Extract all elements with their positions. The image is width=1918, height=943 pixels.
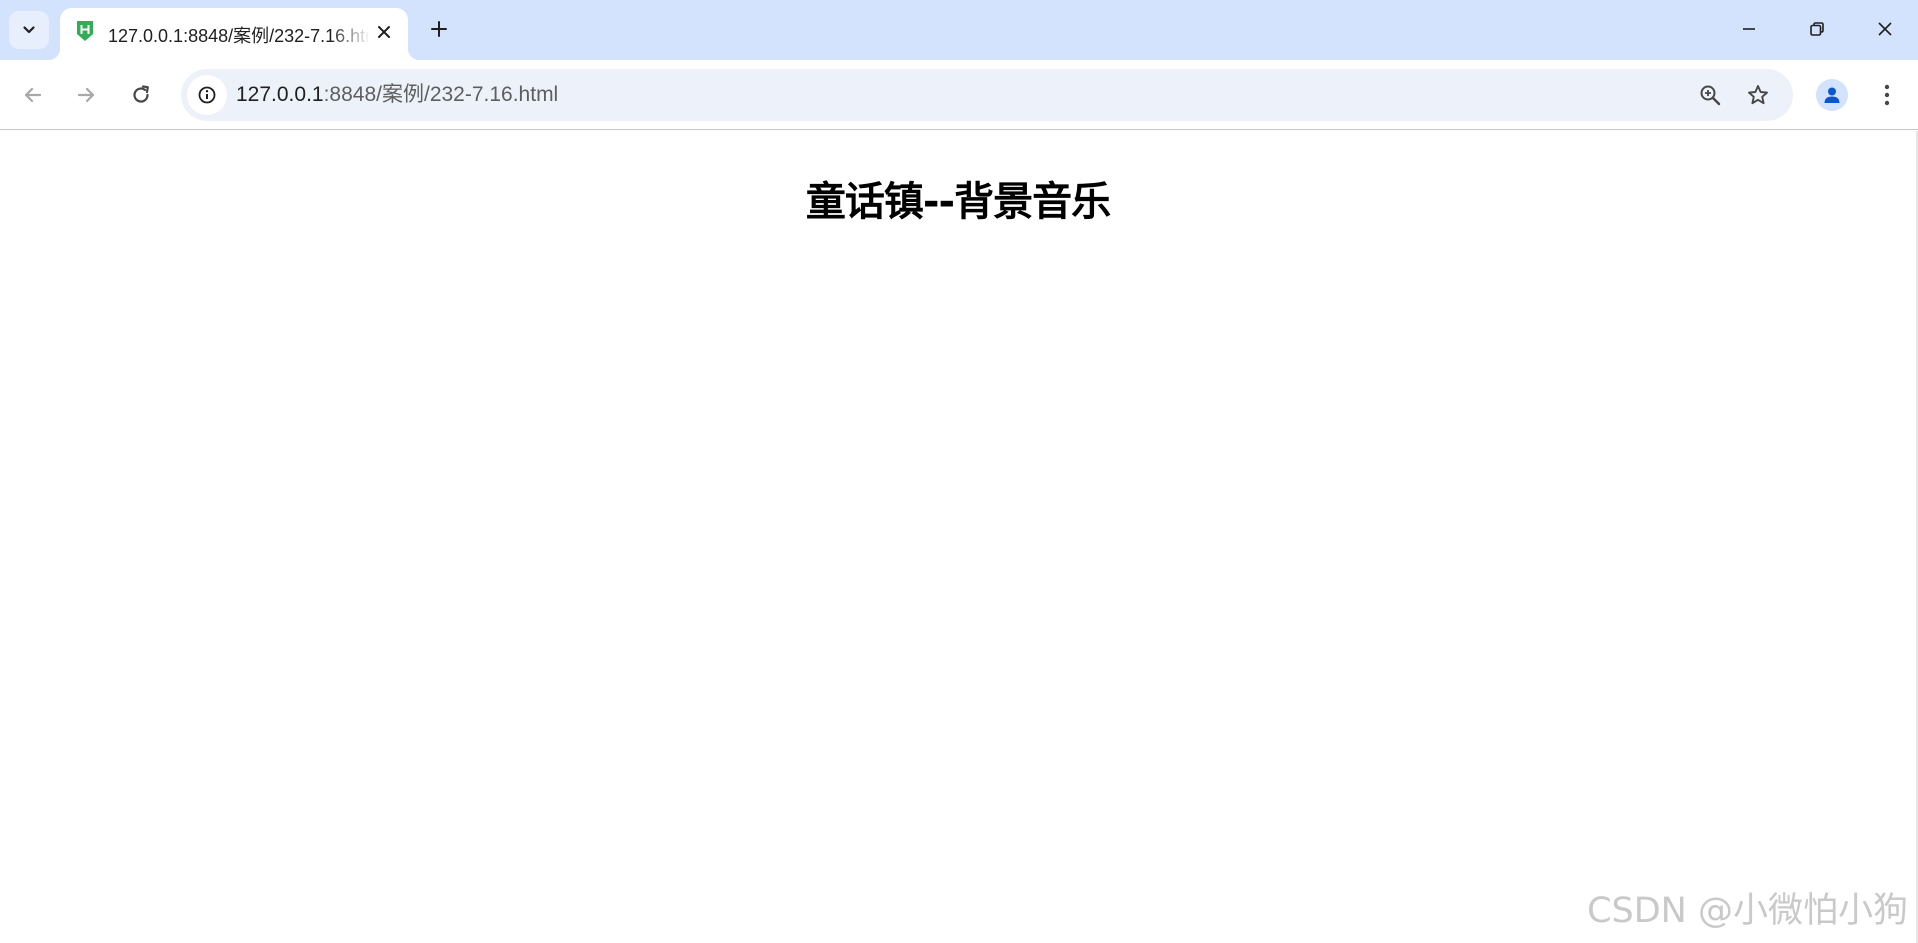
tab-title: 127.0.0.1:8848/案例/232-7.16.html (108, 26, 370, 44)
page-heading: 童话镇--背景音乐 (805, 179, 1111, 225)
close-icon (1878, 22, 1892, 36)
minimize-button[interactable] (1715, 0, 1783, 58)
url-path: :8848/案例/232-7.16.html (323, 83, 559, 106)
reload-button[interactable] (121, 75, 161, 115)
close-window-button[interactable] (1851, 0, 1918, 58)
browser-menu-button[interactable] (1869, 75, 1905, 115)
plus-icon (431, 21, 447, 37)
forward-button[interactable] (66, 75, 106, 115)
minimize-icon (1743, 28, 1755, 30)
restore-button[interactable] (1783, 0, 1851, 58)
tab-search-button[interactable] (9, 11, 49, 49)
csdn-watermark: CSDN @小微怕小狗 (1587, 891, 1908, 931)
back-button[interactable] (13, 75, 53, 115)
hbuilder-favicon-icon (77, 21, 93, 41)
tab-strip: 127.0.0.1:8848/案例/232-7.16.html (0, 0, 1918, 60)
bookmark-button[interactable] (1740, 77, 1776, 113)
restore-icon (1810, 22, 1824, 36)
star-icon (1748, 85, 1768, 105)
arrow-left-icon (24, 87, 42, 103)
person-icon (1824, 87, 1840, 103)
browser-window: 127.0.0.1:8848/案例/232-7.16.html 127.0.0.… (0, 0, 1918, 943)
arrow-right-icon (77, 87, 95, 103)
page-viewport: 童话镇--背景音乐 CSDN @小微怕小狗 (0, 131, 1916, 943)
url-text[interactable]: 127.0.0.1:8848/案例/232-7.16.html (236, 82, 558, 108)
zoom-button[interactable] (1692, 77, 1728, 113)
address-bar[interactable]: 127.0.0.1:8848/案例/232-7.16.html (181, 69, 1793, 121)
zoom-in-icon (1700, 85, 1721, 106)
profile-avatar-button[interactable] (1816, 79, 1848, 111)
browser-toolbar: 127.0.0.1:8848/案例/232-7.16.html (0, 60, 1918, 130)
url-host: 127.0.0.1 (236, 83, 324, 106)
info-icon (198, 86, 216, 104)
reload-icon (133, 85, 149, 103)
site-info-button[interactable] (187, 75, 227, 115)
chevron-down-icon (23, 26, 35, 34)
tab-close-button[interactable] (371, 19, 397, 45)
close-icon (378, 26, 390, 38)
new-tab-button[interactable] (423, 13, 455, 45)
more-vertical-icon (1884, 84, 1890, 106)
active-tab[interactable]: 127.0.0.1:8848/案例/232-7.16.html (48, 8, 420, 60)
